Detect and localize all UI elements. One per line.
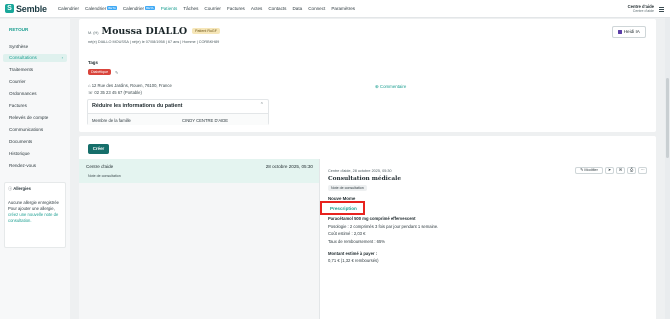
nav-item-contacts[interactable]: Contacts	[268, 6, 286, 11]
edit-pencil-icon[interactable]: ✎	[115, 70, 118, 75]
detail-actions: ✎ Modifier ➤ ✉ ⎙ ⋯	[573, 167, 647, 174]
nav-item-actes[interactable]: Actes	[251, 6, 263, 11]
consultation-place: Centre d'aide	[86, 164, 114, 169]
allergy-panel: ⓘAllergies Aucune allergie enregistrée P…	[4, 182, 66, 248]
patient-card: M. (H) Moussa DIALLO Patient RuGF né(e) …	[79, 19, 656, 132]
family-label: Membre de la famille	[92, 118, 131, 123]
cost-line: Coût estimé : 2,03 €	[328, 231, 366, 236]
patient-address: ⌂ 12 Rue des Jardins, Rouen, 76100, Fran…	[88, 83, 172, 88]
sidebar-item-communications[interactable]: Communications	[3, 126, 67, 134]
sidebar-item-traitements[interactable]: Traitements	[3, 66, 67, 74]
total-label: Montant estimé à payer :	[328, 251, 378, 256]
sidebar-item-historique[interactable]: Historique	[3, 150, 67, 158]
info-icon: ⓘ	[8, 186, 13, 191]
reduce-title: Réduire les informations du patient	[92, 103, 183, 109]
heidi-ia-button[interactable]: Heidi IA	[612, 26, 646, 38]
mail-icon[interactable]: ✉	[616, 167, 625, 174]
beta-badge: BETA	[145, 6, 155, 10]
sidebar-item-factures[interactable]: Factures	[3, 102, 67, 110]
prescription-highlight[interactable]: Prescription	[320, 201, 365, 215]
nav-item-courrier[interactable]: Courrier	[204, 6, 221, 11]
family-value[interactable]: CINDY CENTRE D'AIDE	[182, 118, 228, 123]
page-scrollbar[interactable]	[665, 18, 670, 319]
nav-items: Calendrier Calendrier BETA Calendrier BETA…	[58, 6, 361, 11]
nav-item-calendrier-beta-2[interactable]: Calendrier BETA	[123, 6, 155, 11]
nav-item-parametres[interactable]: Paramètres	[331, 6, 355, 11]
sidebar-item-documents[interactable]: Documents	[3, 138, 67, 146]
modify-button[interactable]: ✎ Modifier	[575, 167, 603, 174]
detail-title: Consultation médicale	[328, 176, 402, 182]
nav-item-connect[interactable]: Connect	[308, 6, 325, 11]
centre-selector[interactable]: Centre d'aide Centre d'aide	[628, 4, 654, 13]
consultation-detail: Centre d'aide, 28 octobre 2025, 05:30 Co…	[319, 159, 656, 319]
print-icon[interactable]: ⎙	[627, 167, 636, 174]
list-item[interactable]: Centre d'aide 28 octobre 2025, 05:30 Not…	[79, 159, 319, 183]
semble-logo-icon: S	[5, 4, 14, 13]
nav-item-factures[interactable]: Factures	[227, 6, 245, 11]
sidebar-item-rendez-vous[interactable]: Rendez-vous	[3, 162, 67, 170]
drug-name: Paracétamol 500 mg comprimé effervescent	[328, 216, 416, 221]
top-navigation: S Semble Calendrier Calendrier BETA Calen…	[0, 0, 670, 18]
nav-item-taches[interactable]: Tâches	[183, 6, 198, 11]
scrollbar-thumb[interactable]	[666, 78, 669, 158]
patient-meta: né(e) DIALLO MOUSSA | né(e) le 07/08/195…	[88, 40, 220, 44]
consultation-list: Centre d'aide 28 octobre 2025, 05:30 Not…	[79, 159, 319, 319]
reduce-patient-info[interactable]: Réduire les informations du patient ⌃ Me…	[87, 99, 269, 125]
posology-line: Posologie : 2 comprimés 3 fois par jour …	[328, 224, 439, 229]
heidi-icon	[618, 29, 622, 34]
patient-name: Moussa DIALLO	[101, 26, 188, 37]
sidebar-item-synthese[interactable]: Synthèse	[3, 43, 67, 51]
nav-item-data[interactable]: Data	[292, 6, 302, 11]
hamburger-menu-icon[interactable]	[659, 7, 664, 13]
total-value: 0,71 € (1,32 € remboursés)	[328, 258, 379, 263]
tag-diabetique[interactable]: Diabétique	[88, 69, 112, 75]
nav-item-calendrier-beta[interactable]: Calendrier BETA	[85, 6, 117, 11]
comment-link[interactable]: ⊕ Commentaire	[375, 84, 406, 90]
allergy-title: ⓘAllergies	[8, 186, 31, 191]
nav-item-patients[interactable]: Patients	[161, 6, 178, 11]
consultation-note-type: Note de consultation	[88, 174, 121, 178]
sidebar-item-consultations[interactable]: Consultations ›	[3, 54, 67, 62]
sidebar-item-releves[interactable]: Relevés de compte	[3, 114, 67, 122]
detail-header: Centre d'aide, 28 octobre 2025, 05:30	[328, 169, 392, 173]
patient-phone: ☏ 02 35 23 45 67 (Portable)	[88, 90, 142, 95]
more-icon[interactable]: ⋯	[638, 167, 647, 174]
patient-sidebar: RETOUR Synthèse Consultations › Traitemen…	[0, 19, 70, 319]
patient-civility: M. (H)	[88, 31, 99, 35]
beta-badge: BETA	[107, 6, 117, 10]
refund-rate-line: Taux de remboursement : 65%	[328, 239, 386, 244]
nav-item-calendrier[interactable]: Calendrier	[58, 6, 79, 11]
create-consultation-link[interactable]: créez une nouvelle note de consultation.	[8, 212, 62, 224]
back-link[interactable]: RETOUR	[9, 27, 28, 32]
consultations-area: Créer Centre d'aide 28 octobre 2025, 05:…	[79, 136, 656, 319]
prescription-label[interactable]: Prescription	[330, 206, 357, 211]
tags-label: Tags	[88, 60, 98, 65]
chevron-up-icon[interactable]: ⌃	[260, 102, 264, 108]
consultation-date: 28 octobre 2025, 05:30	[265, 164, 313, 169]
sidebar-item-courrier[interactable]: Courrier	[3, 78, 67, 86]
brand-name: Semble	[16, 3, 47, 14]
family-row: Membre de la famille CINDY CENTRE D'AIDE	[88, 113, 268, 125]
semble-logo[interactable]: S Semble	[5, 4, 47, 14]
chevron-right-icon: ›	[61, 55, 63, 60]
create-button[interactable]: Créer	[88, 144, 109, 154]
send-icon[interactable]: ➤	[605, 167, 614, 174]
detail-tag: Note de consultation	[328, 185, 367, 191]
patient-badge: Patient RuGF	[192, 28, 220, 34]
patient-name-row: M. (H) Moussa DIALLO Patient RuGF	[88, 26, 220, 37]
sidebar-item-ordonnances[interactable]: Ordonnances	[3, 90, 67, 98]
allergy-text: Aucune allergie enregistrée Pour ajouter…	[8, 200, 62, 224]
centre-subtitle: Centre d'aide	[632, 9, 654, 13]
